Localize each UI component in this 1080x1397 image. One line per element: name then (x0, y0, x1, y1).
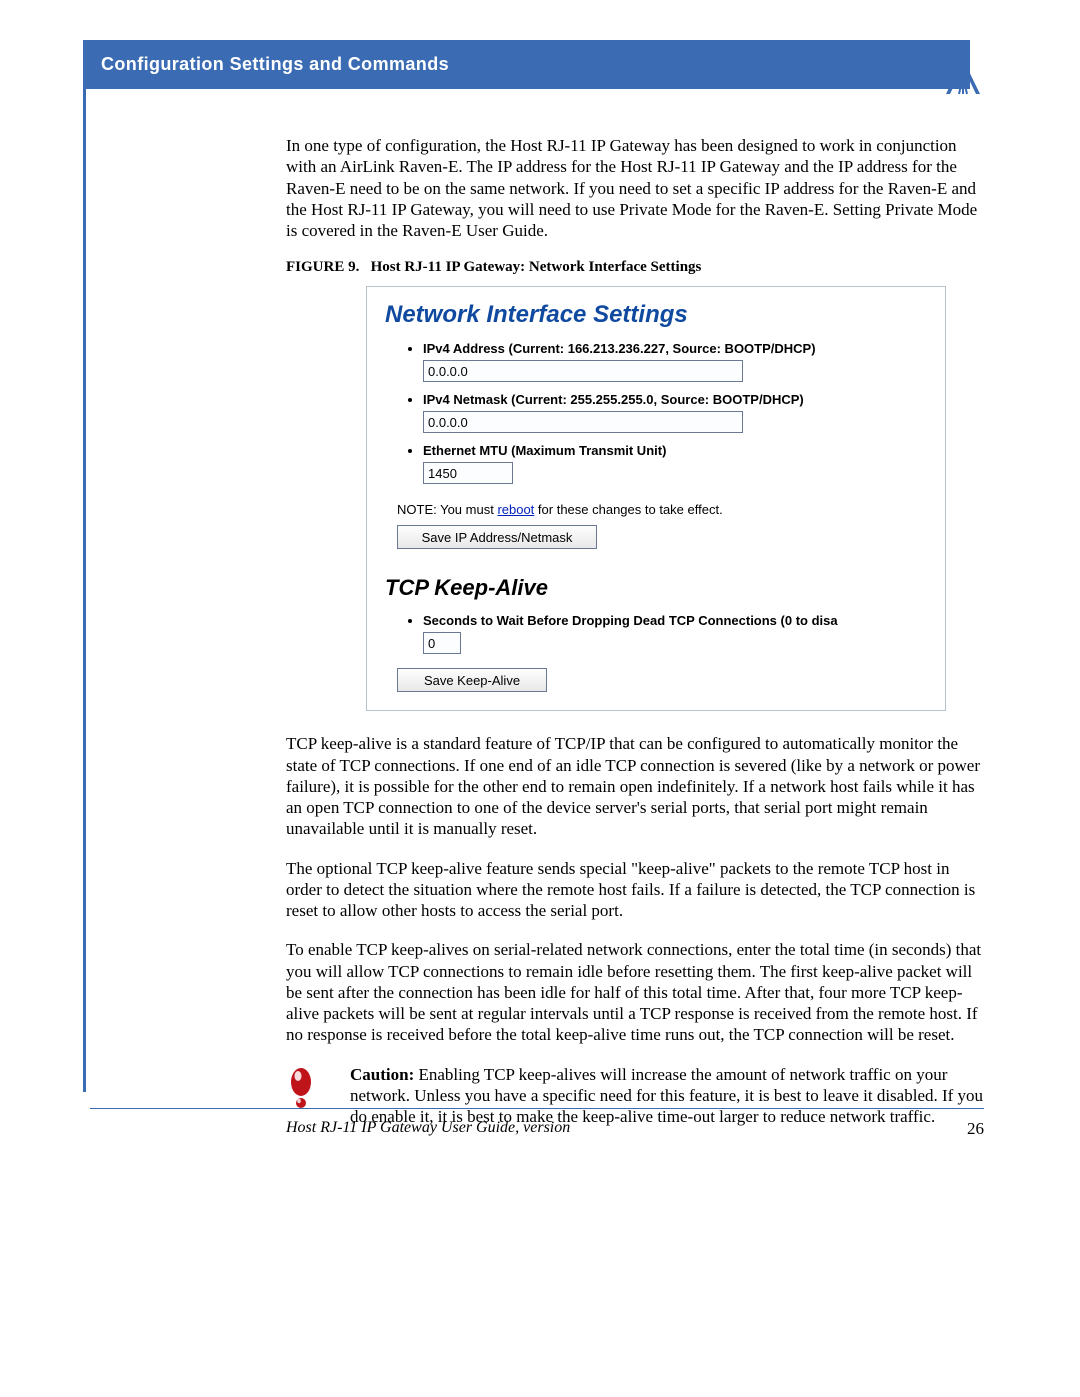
reboot-link[interactable]: reboot (497, 502, 534, 517)
figure-number: FIGURE 9. (286, 259, 359, 275)
figure-screenshot: Network Interface Settings IPv4 Address … (366, 286, 946, 711)
intro-paragraph: In one type of configuration, the Host R… (286, 135, 986, 241)
keepalive-heading: TCP Keep-Alive (385, 575, 927, 601)
ipv4-netmask-label: IPv4 Netmask (Current: 255.255.255.0, So… (423, 392, 804, 407)
ipv4-netmask-input[interactable] (423, 411, 743, 433)
keepalive-input[interactable] (423, 632, 461, 654)
mtu-input[interactable] (423, 462, 513, 484)
tcp-paragraph-2: The optional TCP keep-alive feature send… (286, 858, 986, 922)
keepalive-label: Seconds to Wait Before Dropping Dead TCP… (423, 613, 838, 628)
vertical-rule (83, 40, 86, 1092)
tcp-paragraph-3: To enable TCP keep-alives on serial-rela… (286, 939, 986, 1045)
caution-label: Caution: (350, 1065, 414, 1084)
net-settings-heading: Network Interface Settings (385, 301, 927, 329)
section-header: Configuration Settings and Commands (83, 40, 970, 89)
mtu-label: Ethernet MTU (Maximum Transmit Unit) (423, 443, 666, 458)
logo-icon (942, 56, 984, 103)
tcp-paragraph-1: TCP keep-alive is a standard feature of … (286, 733, 986, 839)
ipv4-address-label: IPv4 Address (Current: 166.213.236.227, … (423, 341, 816, 356)
figure-title: Host RJ-11 IP Gateway: Network Interface… (371, 259, 702, 275)
reboot-note: NOTE: You must reboot for these changes … (397, 502, 927, 517)
save-ip-button[interactable]: Save IP Address/Netmask (397, 525, 597, 549)
page-number: 26 (967, 1119, 984, 1139)
save-keepalive-button[interactable]: Save Keep-Alive (397, 668, 547, 692)
figure-caption: FIGURE 9. Host RJ-11 IP Gateway: Network… (286, 259, 986, 276)
page-footer: Host RJ-11 IP Gateway User Guide, versio… (90, 1108, 984, 1139)
ipv4-address-input[interactable] (423, 360, 743, 382)
footer-title: Host RJ-11 IP Gateway User Guide, versio… (286, 1119, 570, 1139)
